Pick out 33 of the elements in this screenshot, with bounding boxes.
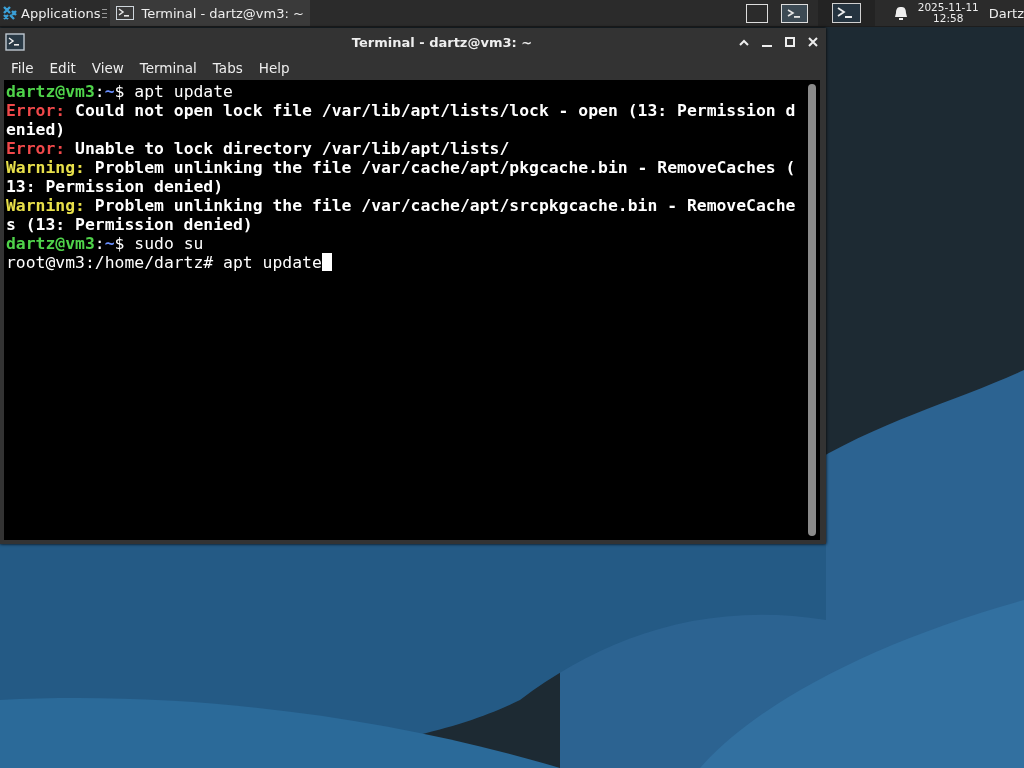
terminal-line: Error: Could not open lock file /var/lib/apt/lists/lock - open (13: Permission d bbox=[6, 101, 796, 120]
logo-icon bbox=[2, 5, 18, 21]
menu-item[interactable]: Tabs bbox=[204, 60, 251, 76]
close-icon[interactable] bbox=[808, 37, 818, 47]
taskbar-button[interactable]: Terminal - dartz@vm3: ~ bbox=[110, 0, 310, 26]
clock[interactable]: 2025-11-11 12:58 bbox=[917, 2, 979, 24]
workspace-button[interactable] bbox=[780, 3, 808, 23]
terminal-line: Error: Unable to lock directory /var/lib/apt/lists/ bbox=[6, 139, 510, 158]
menu-item[interactable]: View bbox=[83, 60, 132, 76]
menu-item[interactable]: Terminal bbox=[131, 60, 205, 76]
shade-icon[interactable] bbox=[739, 37, 749, 47]
bell-icon[interactable] bbox=[893, 6, 908, 20]
menu-item[interactable]: Edit bbox=[41, 60, 84, 76]
terminal-line: dartz@vm3:~$ apt update bbox=[6, 82, 233, 101]
terminal-line: root@vm3:/home/dartz# apt update bbox=[6, 253, 332, 272]
menu-icon bbox=[102, 7, 108, 19]
terminal-line: enied) bbox=[6, 120, 66, 139]
terminal-line: dartz@vm3:~$ sudo su bbox=[6, 234, 204, 253]
terminal-line: Warning: Problem unlinking the file /var/cache/apt/srcpkgcache.bin - RemoveCache bbox=[6, 196, 796, 215]
terminal-icon bbox=[116, 6, 135, 20]
applications-menu[interactable]: Applications bbox=[0, 0, 103, 26]
menu-item[interactable]: File bbox=[3, 60, 42, 76]
scrollbar[interactable] bbox=[808, 84, 816, 536]
window-title: Terminal - dartz@vm3: ~ bbox=[350, 34, 534, 50]
terminal-line: Warning: Problem unlinking the file /var/cache/apt/pkgcache.bin - RemoveCaches ( bbox=[6, 158, 796, 177]
maximize-icon[interactable] bbox=[785, 37, 795, 47]
terminal-icon[interactable] bbox=[831, 3, 861, 23]
terminal-line: s (13: Permission denied) bbox=[6, 215, 253, 234]
terminal-line: 13: Permission denied) bbox=[6, 177, 224, 196]
workspace-button[interactable] bbox=[745, 3, 768, 23]
menu-item[interactable]: Help bbox=[250, 60, 298, 76]
terminal-icon bbox=[5, 33, 25, 51]
user-menu[interactable]: Dartz bbox=[988, 5, 1024, 21]
